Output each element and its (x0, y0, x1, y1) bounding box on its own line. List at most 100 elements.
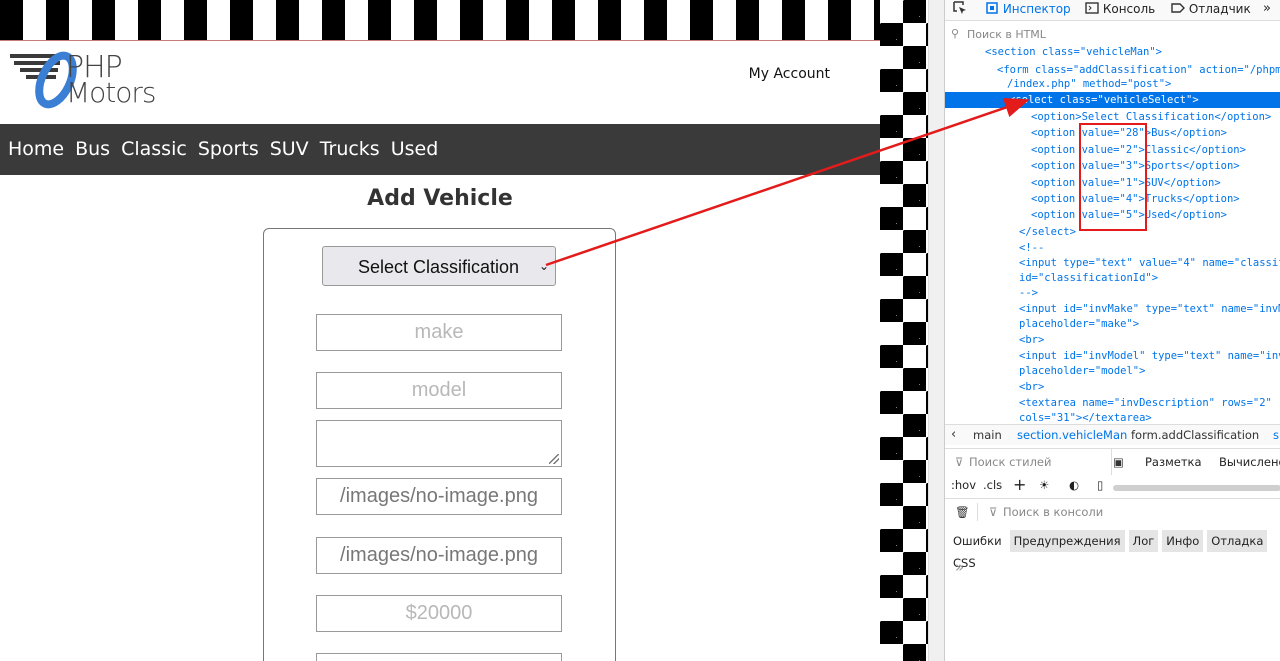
tree-text: <select class="vehicleSelect"> (1009, 94, 1199, 106)
html-search-placeholder: Поиск в HTML (967, 28, 1046, 41)
tree-text: <input id="invModel" type="text" name="i… (1019, 350, 1280, 362)
description-textarea[interactable] (316, 420, 562, 467)
model-input[interactable]: model (316, 372, 562, 409)
stock-input[interactable] (316, 653, 562, 661)
more-tabs-icon[interactable]: » (1263, 1, 1271, 16)
my-account-link[interactable]: My Account (749, 66, 830, 82)
tree-node-br[interactable]: <br> (945, 379, 1280, 395)
filter-errors[interactable]: Ошибки (949, 530, 1006, 552)
tree-node-input: placeholder="model"> (945, 363, 1280, 379)
tree-text: <option value="3">Sports</option> (1031, 160, 1240, 172)
html-tree: <section class="vehicleMan"> <form class… (945, 44, 1280, 422)
console-prompt-icon[interactable]: » (955, 558, 964, 576)
html-search-bar[interactable]: ⚲ Поиск в HTML (945, 26, 1280, 44)
trash-icon[interactable]: 🗑 (955, 499, 970, 525)
cls-toggle[interactable]: .cls (983, 474, 1002, 496)
checkered-banner (0, 0, 880, 41)
console-icon (1085, 2, 1099, 14)
filter-css[interactable]: CSS (949, 552, 980, 574)
tree-node-input: placeholder="make"> (945, 316, 1280, 332)
tab-console[interactable]: Консоль (1085, 1, 1155, 16)
tree-node-select-close[interactable]: </select> (945, 224, 1280, 240)
tree-node-select-selected[interactable]: <select class="vehicleSelect"> (945, 92, 1280, 108)
contrast-icon[interactable]: ◐ (1069, 474, 1079, 496)
breadcrumb-item[interactable]: s (1273, 425, 1279, 445)
website-viewport: PHP Motors My Account Home Bus Classic Spor… (0, 0, 880, 661)
filter-info[interactable]: Инфо (1162, 530, 1204, 552)
tree-node-input[interactable]: <input id="invMake" type="text" name="in… (945, 301, 1280, 317)
tree-node-input[interactable]: <input id="invModel" type="text" name="i… (945, 348, 1280, 364)
tab-debugger[interactable]: Отладчик (1171, 1, 1251, 16)
tab-layout[interactable]: Разметка (1145, 449, 1202, 475)
checkered-border (880, 0, 928, 661)
thumbnail-path-input[interactable]: /images/no-image.png (316, 537, 562, 574)
console-search-input[interactable]: Поиск в консоли (1003, 499, 1103, 525)
tree-text: <option value="28">Bus</option> (1031, 127, 1227, 139)
nav-bus[interactable]: Bus (75, 124, 110, 175)
filter-warnings[interactable]: Предупреждения (1009, 530, 1125, 552)
tree-node-textarea: cols="31"></textarea> (945, 410, 1280, 422)
element-picker-icon[interactable] (953, 1, 967, 18)
tree-text: id="classificationId"> (1019, 272, 1159, 284)
tree-text: --> (1019, 287, 1038, 299)
tree-node-comment: --> (945, 285, 1280, 301)
chevron-down-icon: ⌄ (538, 259, 549, 273)
tree-text: </select> (1019, 226, 1076, 238)
console-filters: Ошибки Предупреждения Лог Инфо ОтладкаCSS (945, 530, 1280, 570)
tree-node-comment: id="classificationId"> (945, 270, 1280, 286)
chevron-left-icon[interactable]: ‹ (951, 425, 956, 445)
page-scrollbar[interactable] (928, 0, 945, 661)
tree-text: placeholder="model"> (1019, 365, 1146, 377)
make-input[interactable]: make (316, 314, 562, 351)
tree-node-textarea[interactable]: <textarea name="invDescription" rows="2" (945, 395, 1280, 411)
resize-grip-icon[interactable] (549, 454, 559, 464)
add-rule-icon[interactable]: + (1013, 474, 1026, 496)
breadcrumb-item[interactable]: form.addClassification (1131, 425, 1259, 445)
nav-trucks[interactable]: Trucks (320, 124, 380, 175)
styles-toolbar: ⊽ Поиск стилей ▣ Разметка Вычислено (945, 448, 1280, 475)
devtools-panel: Инспектор Консоль Отладчик » ⚲ Поиск в H… (944, 0, 1280, 661)
tree-node-comment: <input type="text" value="4" name="class… (945, 255, 1280, 271)
image-path-input[interactable]: /images/no-image.png (316, 478, 562, 515)
tree-text: <form class="addClassification" action="… (997, 64, 1280, 76)
styles-search-input[interactable]: Поиск стилей (969, 449, 1051, 475)
breadcrumb-item[interactable]: main (973, 425, 1002, 445)
tree-node-option[interactable]: <option value="28">Bus</option> (945, 125, 1280, 141)
tree-text: <br> (1019, 381, 1045, 393)
tree-node-section[interactable]: <section class="vehicleMan"> (945, 44, 1280, 60)
breadcrumb-item[interactable]: section.vehicleMan (1017, 425, 1127, 445)
nav-home[interactable]: Home (8, 124, 64, 175)
classification-select[interactable]: Select Classification ⌄ (322, 246, 556, 286)
tree-node-option[interactable]: <option value="3">Sports</option> (945, 158, 1280, 174)
tree-node-option[interactable]: <option value="4">Trucks</option> (945, 191, 1280, 207)
price-input[interactable]: $20000 (316, 595, 562, 632)
tab-computed[interactable]: Вычислено (1219, 449, 1280, 475)
filter-log[interactable]: Лог (1128, 530, 1159, 552)
filter-debug[interactable]: Отладка (1207, 530, 1268, 552)
horizontal-scrollbar[interactable] (1113, 485, 1280, 491)
hov-toggle[interactable]: :hov (951, 474, 976, 496)
light-theme-icon[interactable]: ☀ (1039, 474, 1049, 496)
layout-icon[interactable]: ▣ (1113, 449, 1124, 475)
tree-node-option[interactable]: <option value="5">Used</option> (945, 207, 1280, 223)
page-title: Add Vehicle (367, 186, 513, 211)
logo-text-motors: Motors (66, 76, 156, 109)
tree-node-option[interactable]: <option value="1">SUV</option> (945, 175, 1280, 191)
print-icon[interactable]: ▯ (1097, 474, 1103, 496)
tree-node-option[interactable]: <option value="2">Classic</option> (945, 142, 1280, 158)
tab-inspector-label: Инспектор (1002, 2, 1071, 16)
classification-select-label: Select Classification (358, 257, 520, 277)
tree-node-comment[interactable]: <!-- (945, 240, 1280, 256)
debugger-icon (1171, 3, 1185, 13)
nav-used[interactable]: Used (391, 124, 439, 175)
search-icon: ⚲ (951, 27, 960, 40)
tree-node-option[interactable]: <option>Select Classification</option> (945, 109, 1280, 125)
tab-inspector[interactable]: Инспектор (985, 1, 1071, 16)
nav-sports[interactable]: Sports (198, 124, 259, 175)
tab-console-label: Консоль (1102, 2, 1156, 16)
nav-classic[interactable]: Classic (121, 124, 187, 175)
tree-text: <input type="text" value="4" name="class… (1019, 257, 1280, 269)
tree-node-br[interactable]: <br> (945, 332, 1280, 348)
tree-text: /index.php" method="post"> (1007, 78, 1172, 90)
nav-suv[interactable]: SUV (270, 124, 309, 175)
